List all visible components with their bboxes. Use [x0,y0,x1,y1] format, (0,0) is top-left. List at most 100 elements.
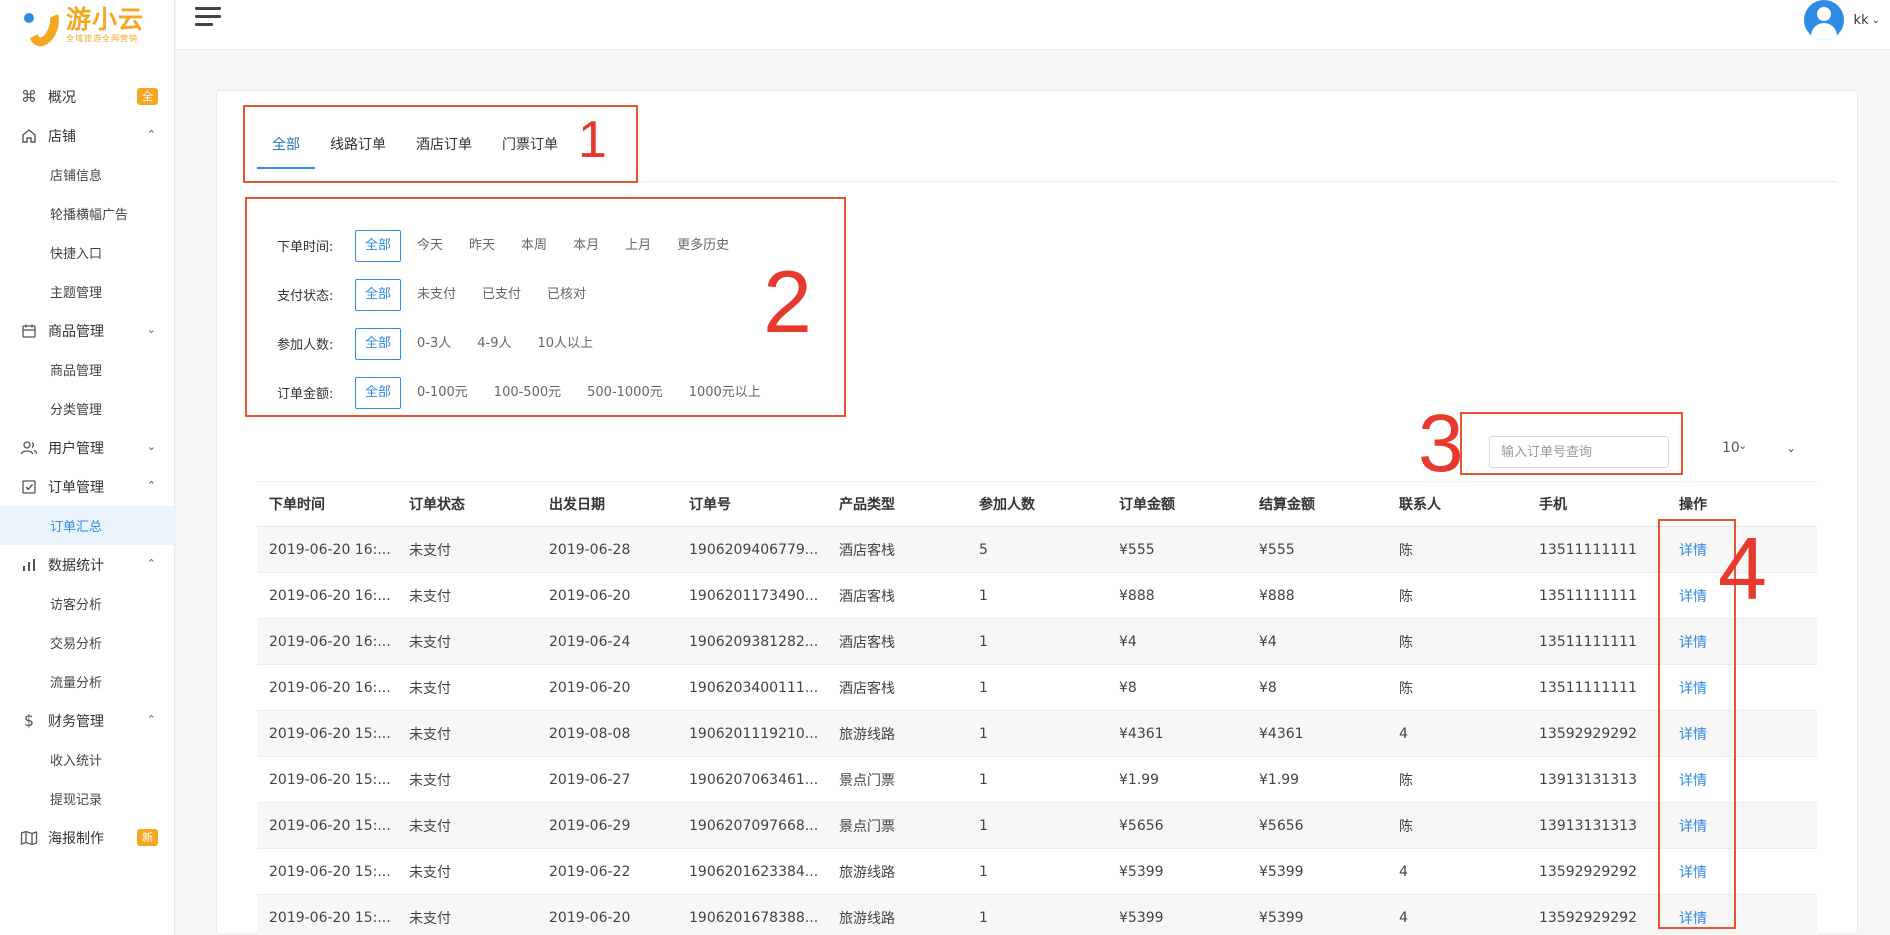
table-cell: 13511111111 [1539,541,1637,558]
table-cell: 1 [979,909,988,926]
table-cell: 2019-06-20 16:... [269,679,391,696]
table-cell: 未支付 [409,634,451,651]
table-cell: ¥4361 [1259,725,1304,742]
table-cell: 1 [979,817,988,834]
column-header: 下单时间 [269,497,325,513]
table-cell: 未支付 [409,864,451,881]
table-cell: 2019-06-20 [549,679,631,696]
column-header: 订单号 [689,497,731,513]
sidebar-subitem-visitor-analysis[interactable]: 访客分析 [0,584,174,623]
table-row: 2019-06-20 16:... 未支付 2019-06-24 1906209381… [257,619,1817,665]
sidebar-item-label: 数据统计 [48,557,104,574]
table-row: 2019-06-20 15:... 未支付 2019-06-27 1906207063… [257,757,1817,803]
table-cell: 陈 [1399,542,1413,559]
column-header: 订单金额 [1119,497,1175,513]
table-cell: 4 [1399,725,1408,742]
table-cell: ¥888 [1259,587,1295,604]
annotation-number-1: 1 [578,111,607,169]
table-row: 2019-06-20 15:... 未支付 2019-06-20 1906201678… [257,895,1817,935]
table-cell: 13592929292 [1539,909,1637,926]
menu-toggle-icon[interactable] [195,7,221,29]
sidebar-item-overview[interactable]: ⌘ 概况 全 [0,77,174,116]
sidebar-item-poster[interactable]: 海报制作 新 [0,818,174,857]
table-cell: 未支付 [409,542,451,559]
chevron-up-icon: ⌃ [146,479,156,492]
sidebar-subitem-theme[interactable]: 主题管理 [0,272,174,311]
table-cell: ¥8 [1119,679,1137,696]
table-cell: 未支付 [409,818,451,835]
chevron-down-icon[interactable]: ⌄ [1786,441,1796,455]
annotation-box-2 [245,197,846,417]
sidebar-item-users[interactable]: 用户管理 ⌄ [0,428,174,467]
column-header: 操作 [1679,497,1707,513]
command-icon: ⌘ [21,87,37,106]
table-cell: 2019-06-28 [549,541,631,558]
table-cell: 1906209381282... [689,633,819,650]
sidebar-item-orders[interactable]: 订单管理 ⌃ [0,467,174,506]
table-cell: 景点门票 [839,818,895,835]
table-cell: 1906203400111... [689,679,819,696]
user-name[interactable]: kk [1854,13,1869,28]
table-cell: 陈 [1399,818,1413,835]
sidebar-item-label: 店铺 [48,128,76,145]
table-cell: 1906207097668... [689,817,819,834]
table-row: 2019-06-20 16:... 未支付 2019-06-20 1906203400… [257,665,1817,711]
table-cell: 酒店客栈 [839,680,895,697]
sidebar-subitem-order-summary[interactable]: 订单汇总 [0,506,174,545]
table-cell: 13913131313 [1539,817,1637,834]
table-cell: ¥5656 [1119,817,1164,834]
table-cell: 旅游线路 [839,864,895,881]
table-cell: 1 [979,679,988,696]
sidebar-subitem-category[interactable]: 分类管理 [0,389,174,428]
table-cell: 未支付 [409,910,451,927]
chevron-down-icon[interactable]: ⌄ [1738,439,1747,452]
table-cell: 1906201119210... [689,725,819,742]
column-header: 联系人 [1399,497,1441,513]
sidebar-item-stats[interactable]: 数据统计 ⌃ [0,545,174,584]
sidebar-nav: ⌘ 概况 全 店铺 ⌃ 店铺信息 轮播横幅广告 快捷入口 主题管理 商品管理 ⌄… [0,77,174,857]
dollar-icon: $ [23,711,35,730]
sidebar-item-finance[interactable]: $ 财务管理 ⌃ [0,701,174,740]
poster-badge: 新 [137,829,158,846]
brand-slogan: 全域旅游全网营销 [66,34,138,43]
column-header: 结算金额 [1259,497,1315,513]
sidebar-subitem-income[interactable]: 收入统计 [0,740,174,779]
column-header: 手机 [1539,497,1567,513]
checkbox-edit-icon [20,478,38,496]
table-cell: ¥1.99 [1259,771,1300,788]
sidebar-item-label: 概况 [48,89,76,106]
sidebar-subitem-shop-info[interactable]: 店铺信息 [0,155,174,194]
table-cell: 酒店客栈 [839,634,895,651]
sidebar-subitem-quick-entry[interactable]: 快捷入口 [0,233,174,272]
sidebar-subitem-banner-ads[interactable]: 轮播横幅广告 [0,194,174,233]
chevron-down-icon: ⌄ [146,440,156,453]
table-cell: 13511111111 [1539,633,1637,650]
orders-table: 下单时间 订单状态 出发日期 订单号 产品类型 参加人数 订单金额 结算金额 联… [257,481,1817,935]
sidebar-item-label: 财务管理 [48,713,104,730]
annotation-number-3: 3 [1418,398,1464,489]
sidebar-subitem-goods-manage[interactable]: 商品管理 [0,350,174,389]
table-cell: 1906207063461... [689,771,819,788]
table-cell: ¥555 [1259,541,1295,558]
sidebar-subitem-trade-analysis[interactable]: 交易分析 [0,623,174,662]
column-header: 订单状态 [409,497,465,513]
table-cell: 2019-06-20 [549,587,631,604]
table-cell: ¥4361 [1119,725,1164,742]
chevron-up-icon: ⌃ [146,128,156,141]
table-cell: 酒店客栈 [839,588,895,605]
table-cell: 2019-06-20 16:... [269,587,391,604]
table-cell: 4 [1399,863,1408,880]
user-menu[interactable]: kk ⌄ [1803,0,1880,40]
chevron-down-icon[interactable]: ⌄ [1872,15,1880,26]
table-cell: 1906201678388... [689,909,819,926]
table-cell: 陈 [1399,634,1413,651]
sidebar-item-label: 订单管理 [48,479,104,496]
sidebar-subitem-withdrawal[interactable]: 提现记录 [0,779,174,818]
sidebar-subitem-traffic-analysis[interactable]: 流量分析 [0,662,174,701]
table-cell: ¥8 [1259,679,1277,696]
avatar[interactable] [1803,0,1844,40]
sidebar-item-goods[interactable]: 商品管理 ⌄ [0,311,174,350]
sidebar-item-shop[interactable]: 店铺 ⌃ [0,116,174,155]
annotation-box-3 [1460,412,1683,475]
bar-chart-icon [20,556,38,574]
